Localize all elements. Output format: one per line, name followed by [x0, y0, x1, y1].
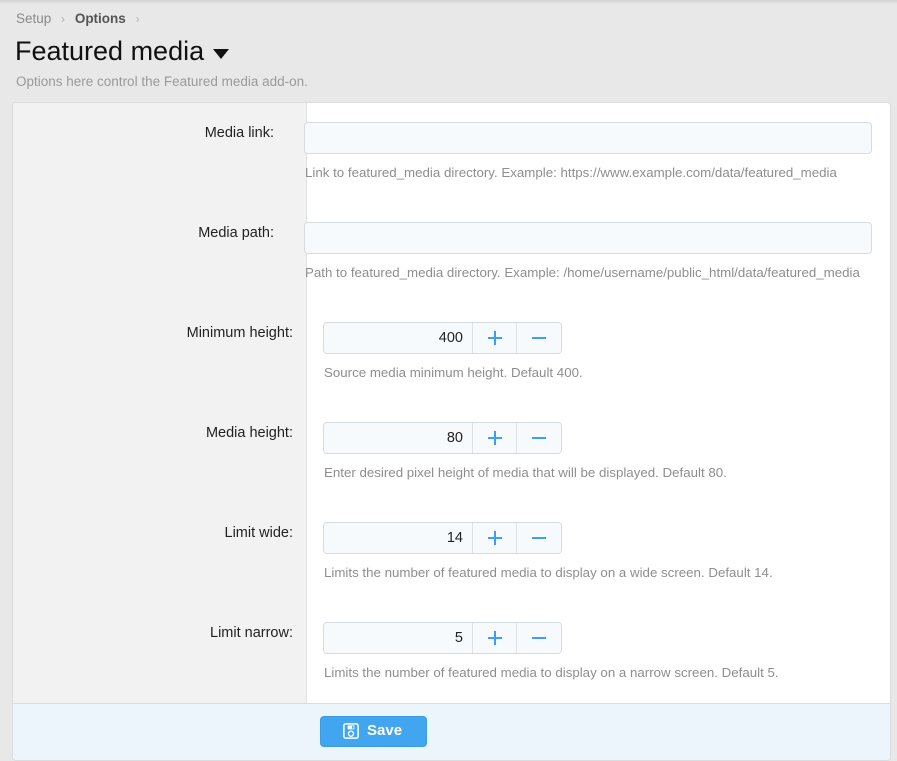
increment-button-minimum-height[interactable]: [473, 323, 517, 353]
increment-button-limit-wide[interactable]: [473, 523, 517, 553]
decrement-button-minimum-height[interactable]: [517, 323, 561, 353]
field-hint-media-path: Path to featured_media directory. Exampl…: [305, 265, 860, 280]
field-hint-minimum-height: Source media minimum height. Default 400…: [324, 365, 583, 380]
options-panel: Media link: Link to featured_media direct…: [12, 102, 891, 761]
input-limit-wide[interactable]: [324, 523, 473, 553]
field-cell-limit-narrow: Limits the number of featured media to d…: [307, 603, 890, 703]
panel-footer: Save: [13, 703, 890, 760]
plus-icon: [487, 531, 502, 545]
minus-icon: [532, 331, 546, 345]
form-row: Minimum height: Source media minimum heig…: [13, 303, 890, 403]
field-hint-limit-wide: Limits the number of featured media to d…: [324, 565, 773, 580]
input-minimum-height[interactable]: [324, 323, 473, 353]
breadcrumb-item-setup[interactable]: Setup: [16, 11, 51, 26]
stepper-media-height: [323, 422, 562, 454]
stepper-limit-wide: [323, 522, 562, 554]
chevron-down-icon[interactable]: [213, 48, 230, 59]
field-cell-limit-wide: Limits the number of featured media to d…: [307, 503, 890, 603]
field-hint-media-height: Enter desired pixel height of media that…: [324, 465, 727, 480]
form-row: Limit narrow: Limits the number of featur…: [13, 603, 890, 703]
field-hint-limit-narrow: Limits the number of featured media to d…: [324, 665, 779, 680]
input-media-path[interactable]: [304, 222, 872, 254]
field-cell-minimum-height: Source media minimum height. Default 400…: [307, 303, 890, 403]
stepper-limit-narrow: [323, 622, 562, 654]
form-row: Limit wide: Limits the number of featured…: [13, 503, 890, 603]
minus-icon: [532, 431, 546, 445]
increment-button-limit-narrow[interactable]: [473, 623, 517, 653]
breadcrumb-separator-icon: ›: [61, 12, 66, 26]
input-limit-narrow[interactable]: [324, 623, 473, 653]
form-row: Media height: Enter desired pixel height …: [13, 403, 890, 503]
save-button-label: Save: [367, 722, 403, 739]
page-title-text: Featured media: [15, 36, 205, 66]
field-label-limit-narrow: Limit narrow:: [210, 625, 293, 641]
page-title: Featured media: [15, 35, 891, 67]
input-media-height[interactable]: [324, 423, 473, 453]
increment-button-media-height[interactable]: [473, 423, 517, 453]
minus-icon: [532, 531, 546, 545]
form-row: Media link: Link to featured_media direct…: [13, 103, 890, 203]
field-label-media-height: Media height:: [205, 425, 293, 441]
page-subtitle: Options here control the Featured media …: [16, 74, 308, 89]
field-cell-media-link: Link to featured_media directory. Exampl…: [288, 103, 890, 203]
decrement-button-limit-wide[interactable]: [517, 523, 561, 553]
floppy-disk-save-icon: [343, 723, 359, 739]
options-page: Setup › Options › Featured media Options…: [0, 0, 897, 761]
breadcrumb: Setup › Options ›: [6, 0, 891, 27]
field-label-media-link: Media link:: [204, 125, 274, 141]
breadcrumb-item-options[interactable]: Options: [75, 11, 126, 26]
plus-icon: [487, 631, 502, 645]
form-row: Media path: Path to featured_media direct…: [13, 203, 890, 303]
plus-icon: [487, 331, 502, 345]
field-label-limit-wide: Limit wide:: [224, 525, 294, 541]
field-cell-media-path: Path to featured_media directory. Exampl…: [288, 203, 890, 303]
input-media-link[interactable]: [304, 122, 872, 154]
decrement-button-limit-narrow[interactable]: [517, 623, 561, 653]
plus-icon: [487, 431, 502, 445]
breadcrumb-separator-icon: ›: [135, 12, 140, 26]
decrement-button-media-height[interactable]: [517, 423, 561, 453]
field-cell-media-height: Enter desired pixel height of media that…: [307, 403, 890, 503]
stepper-minimum-height: [323, 322, 562, 354]
field-label-media-path: Media path:: [198, 225, 274, 241]
save-button[interactable]: Save: [320, 716, 428, 747]
options-form: Media link: Link to featured_media direct…: [13, 103, 890, 703]
field-label-minimum-height: Minimum height:: [186, 325, 293, 341]
field-hint-media-link: Link to featured_media directory. Exampl…: [305, 165, 837, 180]
minus-icon: [532, 631, 546, 645]
